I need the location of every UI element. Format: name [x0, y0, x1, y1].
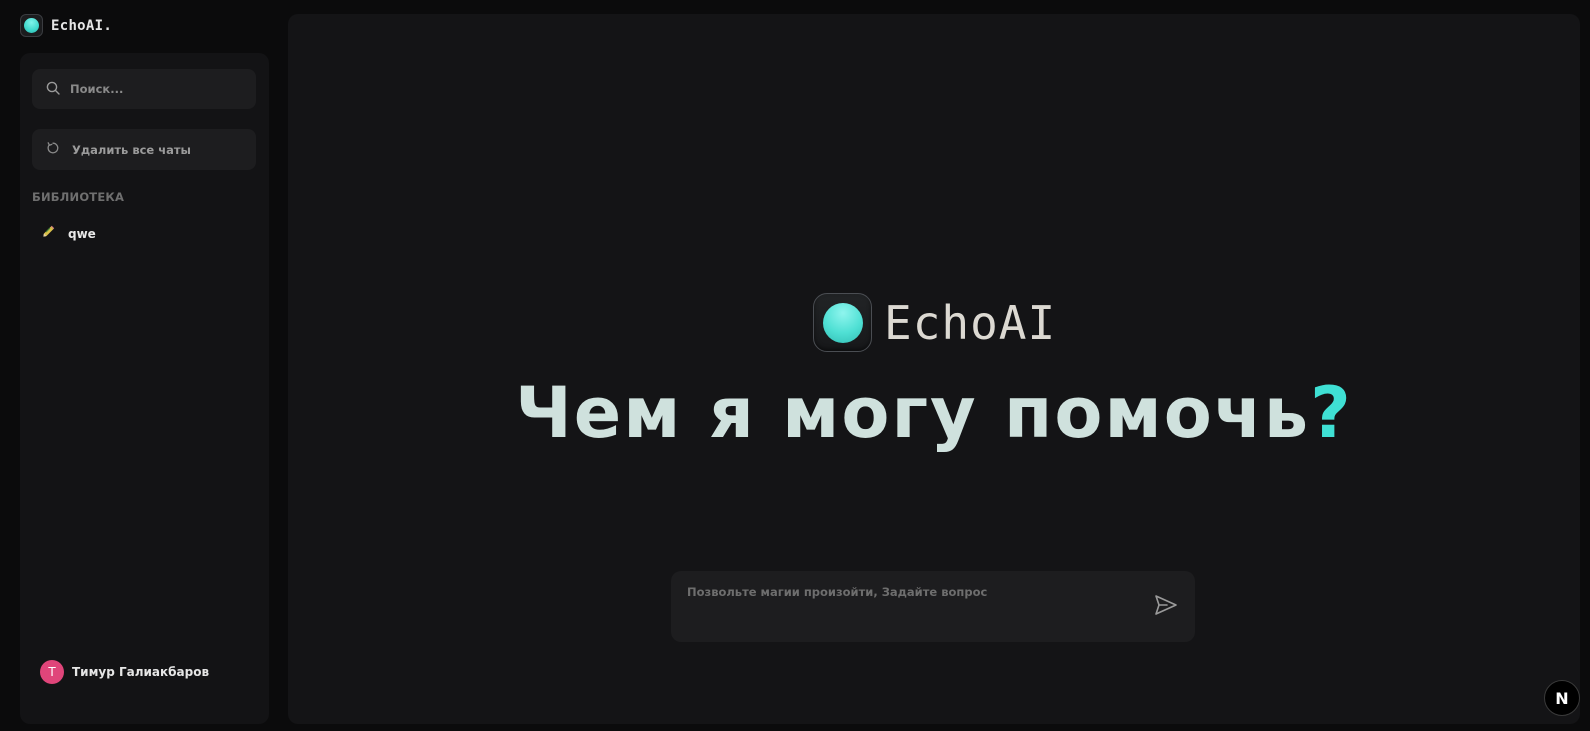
sidebar: Удалить все чаты БИБЛИОТЕКА qwe T Тимур … — [20, 53, 269, 724]
library-item[interactable]: qwe — [32, 221, 256, 247]
hero-logo: EchoAI — [813, 293, 1056, 352]
hero-app-name: EchoAI — [884, 295, 1057, 350]
headline-question-mark: ? — [1310, 372, 1353, 454]
send-icon — [1154, 594, 1178, 620]
library-section-title: БИБЛИОТЕКА — [32, 190, 125, 204]
message-composer — [671, 571, 1195, 642]
main-panel: EchoAI Чем я могу помочь? — [288, 14, 1580, 724]
brand-logo-icon — [20, 14, 43, 37]
brand[interactable]: EchoAI. — [20, 14, 112, 37]
page-headline: Чем я могу помочь? — [288, 372, 1580, 454]
app: EchoAI. Удалить все чаты БИБЛИОТЕКА qwe … — [0, 0, 1590, 731]
user-profile[interactable]: T Тимур Галиакбаров — [40, 660, 209, 684]
pencil-icon — [40, 224, 56, 244]
search-input[interactable] — [70, 82, 240, 96]
headline-text: Чем я могу помочь — [515, 372, 1311, 454]
avatar: T — [40, 660, 64, 684]
search-box[interactable] — [32, 69, 256, 109]
search-icon — [46, 80, 60, 99]
brand-name: EchoAI. — [51, 17, 113, 34]
message-input[interactable] — [687, 585, 1137, 629]
user-name: Тимур Галиакбаров — [72, 665, 210, 679]
library-item-label: qwe — [68, 227, 96, 241]
echoai-logo-icon — [813, 293, 872, 352]
refresh-icon — [46, 140, 60, 159]
next-dev-badge[interactable]: N — [1544, 680, 1580, 716]
delete-all-chats-label: Удалить все чаты — [72, 142, 191, 157]
send-button[interactable] — [1153, 594, 1179, 620]
delete-all-chats-button[interactable]: Удалить все чаты — [32, 129, 256, 170]
